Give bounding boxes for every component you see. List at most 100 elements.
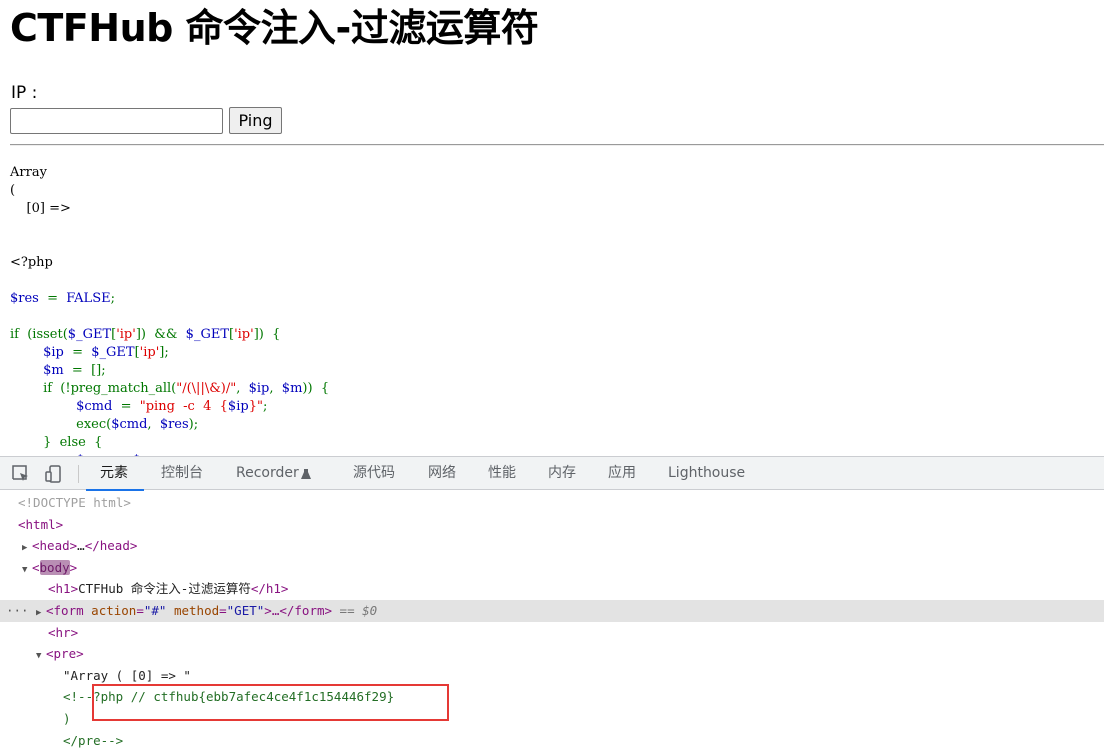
output-line: Array bbox=[10, 165, 47, 180]
code-token: = bbox=[112, 399, 140, 414]
form-open-start: <form bbox=[46, 602, 84, 618]
code-token: )) { bbox=[302, 381, 330, 396]
code-token: , bbox=[147, 417, 160, 432]
h1-text: CTFHub 命令注入-过滤运算符 bbox=[78, 581, 251, 597]
code-line: $m = []; bbox=[10, 362, 329, 380]
body-lt: < bbox=[32, 559, 40, 575]
dom-node-pre[interactable]: ▼ <pre> bbox=[0, 643, 1104, 665]
dom-node-form[interactable]: ··· ▶ <form action="#" method="GET">…</for… bbox=[0, 599, 1104, 622]
horizontal-rule bbox=[10, 144, 1104, 146]
dom-node-body[interactable]: ▼ <body> bbox=[0, 557, 1104, 579]
ping-button[interactable]: Ping bbox=[229, 107, 282, 134]
code-token: , bbox=[236, 381, 249, 396]
pre-open-tag: <pre> bbox=[46, 646, 84, 662]
inspect-element-icon[interactable] bbox=[11, 464, 31, 484]
code-token: = []; bbox=[63, 363, 106, 378]
page-content: CTFHub 命令注入-过滤运算符 IP : Ping Array ( [0] =… bbox=[0, 0, 1104, 456]
code-line: $res = FALSE; bbox=[10, 290, 329, 308]
head-open-tag: <head> bbox=[32, 538, 78, 554]
code-token: = bbox=[38, 291, 67, 306]
code-token: 'ip' bbox=[116, 327, 136, 342]
body-gt: > bbox=[69, 559, 78, 575]
code-token: $cmd bbox=[76, 399, 113, 414]
dom-node-html[interactable]: <html> bbox=[0, 514, 1104, 536]
code-token: $_GET bbox=[185, 327, 229, 342]
tab-sources[interactable]: 源代码 bbox=[353, 457, 395, 490]
tab-lighthouse[interactable]: Lighthouse bbox=[668, 457, 745, 490]
dom-node-h1[interactable]: <h1>CTFHub 命令注入-过滤运算符</h1> bbox=[0, 578, 1104, 600]
head-ellipsis: … bbox=[77, 538, 85, 554]
code-token: FALSE bbox=[66, 291, 111, 306]
code-token: ]) && bbox=[135, 327, 186, 342]
code-token: $res bbox=[159, 417, 189, 432]
pre-text-content: "Array ( [0] => " bbox=[63, 667, 191, 683]
dom-comment-line: </pre--> bbox=[0, 730, 1104, 752]
page-title: CTFHub 命令注入-过滤运算符 bbox=[10, 6, 539, 50]
html-tag: <html> bbox=[18, 516, 64, 532]
head-close-tag: </head> bbox=[84, 538, 138, 554]
code-token: <?php bbox=[10, 255, 53, 270]
comment-end: </pre--> bbox=[63, 732, 124, 748]
hr-tag: <hr> bbox=[48, 624, 79, 640]
device-toolbar-icon[interactable] bbox=[44, 464, 64, 484]
form-attr-action: action bbox=[83, 602, 137, 618]
code-token: if (isset( bbox=[10, 327, 68, 342]
code-line: } else { bbox=[10, 434, 329, 452]
ip-label: IP : bbox=[11, 83, 38, 103]
code-token: ]) { bbox=[253, 327, 281, 342]
tab-recorder[interactable]: Recorder bbox=[236, 457, 311, 490]
code-token: $m bbox=[43, 363, 64, 378]
tab-console[interactable]: 控制台 bbox=[161, 457, 203, 490]
code-token: $m bbox=[281, 381, 303, 396]
ping-output: Array ( [0] => bbox=[10, 164, 71, 218]
output-line: ( bbox=[10, 183, 16, 198]
more-options-icon[interactable]: ··· bbox=[6, 600, 29, 622]
comment-start: <!-- bbox=[63, 689, 94, 705]
doctype-text: <!DOCTYPE html> bbox=[18, 495, 131, 510]
tab-elements[interactable]: 元素 bbox=[86, 457, 144, 491]
code-token: ); bbox=[188, 417, 199, 432]
h1-close-tag: </h1> bbox=[250, 581, 289, 597]
code-token: if (!preg_match_all( bbox=[43, 381, 177, 396]
code-line: if (isset($_GET['ip']) && $_GET['ip']) { bbox=[10, 326, 329, 344]
code-token: ]; bbox=[159, 345, 169, 360]
code-token: ; bbox=[262, 399, 268, 414]
code-token: } else { bbox=[43, 435, 103, 450]
dom-node-doctype[interactable]: <!DOCTYPE html> bbox=[0, 492, 1104, 514]
code-token: $ip bbox=[248, 381, 270, 396]
flask-icon bbox=[301, 469, 311, 479]
code-token: $cmd bbox=[111, 417, 148, 432]
flag-highlight-box bbox=[92, 684, 449, 721]
code-token: = bbox=[63, 345, 92, 360]
form-attr-action-value: "#" bbox=[143, 602, 167, 618]
code-token: "/(\||\&)/" bbox=[176, 381, 237, 396]
tab-application[interactable]: 应用 bbox=[608, 457, 636, 490]
output-line: [0] => bbox=[10, 201, 71, 216]
ip-input[interactable] bbox=[10, 108, 223, 134]
code-token: "ping -c 4 { bbox=[139, 399, 228, 414]
form-open-end: >…</form> bbox=[264, 602, 333, 618]
dom-node-head[interactable]: ▶ <head>…</head> bbox=[0, 535, 1104, 557]
tab-performance[interactable]: 性能 bbox=[488, 457, 516, 490]
tab-network[interactable]: 网络 bbox=[428, 457, 456, 490]
code-token: $res bbox=[10, 291, 39, 306]
dom-node-hr[interactable]: <hr> bbox=[0, 622, 1104, 644]
code-line: if (!preg_match_all("/(\||\&)/", $ip, $m… bbox=[10, 380, 329, 398]
form-attr-method-value: "GET" bbox=[226, 602, 265, 618]
code-line: $ip = $_GET['ip']; bbox=[10, 344, 329, 362]
tab-recorder-label: Recorder bbox=[236, 465, 299, 481]
code-token: , bbox=[269, 381, 282, 396]
code-token: $ip bbox=[227, 399, 249, 414]
tab-memory[interactable]: 内存 bbox=[548, 457, 576, 490]
code-line: <?php bbox=[10, 254, 329, 272]
h1-open-tag: <h1> bbox=[48, 581, 79, 597]
code-line: $cmd = "ping -c 4 {$ip}"; bbox=[10, 398, 329, 416]
